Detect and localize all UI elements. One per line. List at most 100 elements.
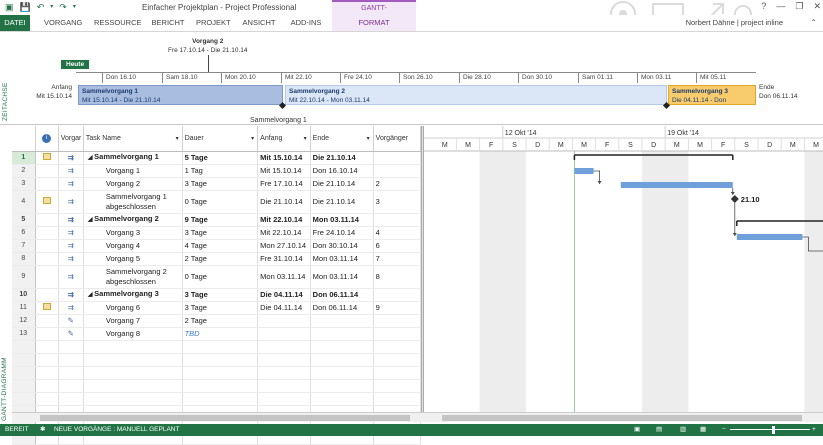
predecessor-cell[interactable]: 6 xyxy=(373,239,422,253)
task-name-cell[interactable]: Vorgang 7 xyxy=(83,314,183,328)
start-cell[interactable]: Mit 15.10.14 xyxy=(257,164,311,178)
end-cell[interactable]: Don 16.10.14 xyxy=(310,164,374,178)
note-icon[interactable] xyxy=(42,196,51,204)
column-header-duration[interactable]: Dauer ▾ xyxy=(182,126,259,152)
start-cell[interactable]: Mon 27.10.14 xyxy=(257,239,311,253)
start-cell[interactable]: Mit 22.10.14 xyxy=(257,213,311,227)
collapse-ribbon-icon[interactable]: ⌃ xyxy=(810,18,817,27)
restore-button[interactable]: ❐ xyxy=(795,1,803,12)
row-number[interactable]: 2 xyxy=(12,164,36,178)
tab-format[interactable]: FORMAT xyxy=(332,15,416,31)
column-header-predecessors[interactable]: Vorgänger xyxy=(373,126,422,152)
column-header-mode[interactable]: Vorgar xyxy=(58,126,84,152)
start-cell[interactable]: Fre 17.10.14 xyxy=(257,177,311,191)
zoom-slider-thumb[interactable] xyxy=(772,426,775,434)
auto-task-icon[interactable]: ⇉ xyxy=(58,226,84,240)
filter-arrow-icon[interactable]: ▾ xyxy=(176,135,179,142)
row-number[interactable]: 5 xyxy=(12,213,36,227)
task-name-cell[interactable]: ◢ Sammelvorgang 2 xyxy=(83,213,183,227)
indicators-header[interactable]: i xyxy=(35,126,59,152)
start-cell[interactable]: Mit 15.10.14 xyxy=(257,151,311,165)
save-icon[interactable]: 💾 xyxy=(20,0,31,15)
duration-cell[interactable]: 5 Tage xyxy=(182,151,259,165)
timeline-view[interactable]: ZEITACHSE Heute Vorgang 2 Fre 17.10.14 -… xyxy=(0,33,823,125)
tab-ansicht[interactable]: ANSICHT xyxy=(241,15,277,31)
predecessor-cell[interactable]: 3 xyxy=(373,190,422,214)
tab-add-ins[interactable]: ADD-INS xyxy=(289,15,323,31)
predecessor-cell[interactable]: 9 xyxy=(373,301,422,315)
task-name-cell[interactable]: Sammelvorgang 2 abgeschlossen xyxy=(83,265,183,289)
timeline-callout-task[interactable]: Vorgang 2 Fre 17.10.14 - Die 21.10.14 xyxy=(168,37,248,55)
view-normal-icon[interactable]: ▣ xyxy=(634,424,640,436)
manual-task-icon[interactable]: ✎ xyxy=(58,314,84,328)
table-row[interactable]: 8 ⇉ Vorgang 5 2 Tage Fre 31.10.14 Mon 03.11.1… xyxy=(12,252,422,266)
task-name-cell[interactable]: Vorgang 3 xyxy=(83,226,183,240)
table-row[interactable]: 11 ⇉ Vorgang 6 3 Tage Die 04.11.14 Don 06.11.… xyxy=(12,301,422,315)
end-cell[interactable]: Fre 24.10.14 xyxy=(310,226,374,240)
task-name-cell[interactable]: ◢ Sammelvorgang 3 xyxy=(83,288,183,302)
predecessor-cell[interactable]: 8 xyxy=(373,265,422,289)
end-cell[interactable]: Mon 03.11.14 xyxy=(310,252,374,266)
customize-qat-icon[interactable]: ▾ xyxy=(73,0,76,15)
task-name-cell[interactable]: Vorgang 2 xyxy=(83,177,183,191)
auto-task-icon[interactable]: ⇉ xyxy=(58,164,84,178)
column-header-start[interactable]: Anfang ▾ xyxy=(257,126,311,152)
predecessor-cell[interactable] xyxy=(373,288,422,302)
timeline-bar-summary-1[interactable]: Sammelvorgang 1 Mit 15.10.14 - Die 21.10… xyxy=(78,85,283,105)
tab-bericht[interactable]: BERICHT xyxy=(150,15,186,31)
end-cell[interactable]: Mon 03.11.14 xyxy=(310,213,374,227)
empty-row[interactable] xyxy=(12,353,422,367)
predecessor-cell[interactable]: 2 xyxy=(373,177,422,191)
start-cell[interactable]: Mon 03.11.14 xyxy=(257,265,311,289)
start-cell[interactable] xyxy=(257,327,311,341)
row-number[interactable]: 6 xyxy=(12,226,36,240)
sheet-scroll-thumb[interactable] xyxy=(40,415,410,421)
start-cell[interactable] xyxy=(257,314,311,328)
task-name-cell[interactable]: Vorgang 4 xyxy=(83,239,183,253)
end-cell[interactable]: Don 30.10.14 xyxy=(310,239,374,253)
undo-dropdown-icon[interactable]: ▾ xyxy=(50,0,53,15)
task-name-cell[interactable]: Vorgang 8 xyxy=(83,327,183,341)
predecessor-cell[interactable] xyxy=(373,314,422,328)
task-name-cell[interactable]: Vorgang 1 xyxy=(83,164,183,178)
row-number[interactable]: 11 xyxy=(12,301,36,315)
column-header-task-name[interactable]: Task Name ▾ xyxy=(83,126,183,152)
duration-cell[interactable]: 4 Tage xyxy=(182,239,259,253)
table-row[interactable]: 10 ⇉ ◢ Sammelvorgang 33 Tage Die 04.11.14 Do… xyxy=(12,288,422,302)
empty-row[interactable] xyxy=(12,366,422,380)
row-number[interactable]: 1 xyxy=(12,151,36,165)
predecessor-cell[interactable] xyxy=(373,151,422,165)
tab-vorgang[interactable]: VORGANG xyxy=(44,15,82,31)
table-row[interactable]: 4 ⇉ Sammelvorgang 1 abgeschlossen 0 Tage Die… xyxy=(12,190,422,214)
minimize-button[interactable]: — xyxy=(776,1,785,12)
task-name-cell[interactable]: Sammelvorgang 1 abgeschlossen xyxy=(83,190,183,214)
tab-ressource[interactable]: RESSOURCE xyxy=(94,15,142,31)
duration-cell[interactable]: 3 Tage xyxy=(182,288,259,302)
table-row[interactable]: 2 ⇉ Vorgang 1 1 Tag Mit 15.10.14 Don 16.10.14 xyxy=(12,164,422,178)
start-cell[interactable]: Die 04.11.14 xyxy=(257,301,311,315)
start-cell[interactable]: Mit 22.10.14 xyxy=(257,226,311,240)
row-number[interactable]: 8 xyxy=(12,252,36,266)
duration-cell[interactable]: 0 Tage xyxy=(182,265,259,289)
auto-task-icon[interactable]: ⇉ xyxy=(58,190,84,214)
task-name-cell[interactable]: Vorgang 5 xyxy=(83,252,183,266)
end-cell[interactable]: Don 06.11.14 xyxy=(310,288,374,302)
table-row[interactable]: 13 ✎ Vorgang 8 TBD xyxy=(12,327,422,341)
select-all-corner[interactable] xyxy=(12,126,36,152)
duration-cell[interactable]: 0 Tage xyxy=(182,190,259,214)
horizontal-scrollbars[interactable] xyxy=(12,412,823,422)
predecessor-cell[interactable]: 4 xyxy=(373,226,422,240)
undo-icon[interactable]: ↶ xyxy=(37,0,45,15)
predecessor-cell[interactable] xyxy=(373,213,422,227)
note-icon[interactable] xyxy=(42,152,51,160)
status-task-mode[interactable]: NEUE VORGÄNGE : MANUELL GEPLANT xyxy=(54,424,179,436)
duration-cell[interactable]: 3 Tage xyxy=(182,177,259,191)
task-name-cell[interactable]: Vorgang 6 xyxy=(83,301,183,315)
duration-cell[interactable]: TBD xyxy=(182,327,259,341)
start-cell[interactable]: Fre 31.10.14 xyxy=(257,252,311,266)
end-cell[interactable]: Don 06.11.14 xyxy=(310,301,374,315)
duration-cell[interactable]: 3 Tage xyxy=(182,301,259,315)
row-number[interactable]: 12 xyxy=(12,314,36,328)
view-usage-icon[interactable]: ▥ xyxy=(680,424,686,436)
table-row[interactable]: 5 ⇉ ◢ Sammelvorgang 29 Tage Mit 22.10.14 Mon… xyxy=(12,213,422,227)
